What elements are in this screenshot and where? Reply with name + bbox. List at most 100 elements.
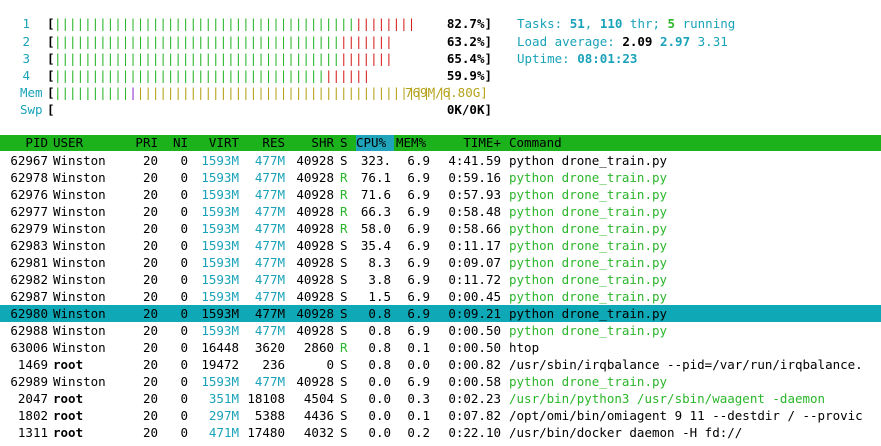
process-cpu: 35.4: [360, 238, 391, 253]
column-state[interactable]: S: [340, 135, 348, 151]
process-nice: 0: [180, 391, 188, 406]
process-res: 477M: [254, 374, 285, 389]
process-command: /opt/omi/bin/omiagent 9 11 --destdir / -…: [509, 408, 863, 423]
process-state: R: [340, 204, 348, 219]
load-1min: 2.09: [622, 34, 653, 49]
process-time: 0:58.48: [448, 204, 501, 219]
swap-meter: Swp [0K/0K]: [0, 101, 500, 118]
process-time: 0:57.93: [448, 187, 501, 202]
process-command: python drone_train.py: [509, 289, 668, 304]
cpu-meter-2: 2[||||||||||||||||||||||||||||||||||||||…: [0, 33, 500, 50]
process-mem: 0.2: [407, 425, 430, 440]
process-user: root: [53, 391, 84, 406]
process-row[interactable]: 1802 root 20 0 297M 5388 4436 S 0.0 0.1 0:07.82/op…: [0, 407, 881, 424]
process-time: 0:59.16: [448, 170, 501, 185]
process-shr: 4032: [303, 425, 334, 440]
process-row[interactable]: 62987 Winston 20 0 1593M 477M 40928 S 1.5 6.9 0:00…: [0, 288, 881, 305]
column-user[interactable]: USER: [53, 135, 83, 151]
process-res: 236: [262, 357, 285, 372]
process-mem: 6.9: [407, 374, 430, 389]
running-label: running: [675, 16, 736, 31]
process-priority: 20: [142, 340, 158, 355]
column-mem[interactable]: MEM%: [396, 135, 434, 151]
process-mem: 0.1: [407, 408, 430, 423]
process-row[interactable]: 2047 root 20 0 351M 18108 4504 S 0.0 0.3 0:02.23/u…: [0, 390, 881, 407]
process-row-selected[interactable]: 62980 Winston 20 0 1593M 477M 40928 S 0.8 6.9 0:09…: [0, 305, 881, 322]
cpu-usage-bar: ||||||||||||||||||||||||||||||||||||||||…: [54, 15, 415, 32]
process-command: /usr/bin/python3 /usr/sbin/waagent -daem…: [509, 391, 826, 406]
process-priority: 20: [142, 153, 158, 168]
process-mem: 6.9: [407, 323, 430, 338]
process-row[interactable]: 1311 root 20 0 471M 17480 4032 S 0.0 0.2 0:22.10/u…: [0, 424, 881, 441]
process-shr: 40928: [296, 289, 334, 304]
process-row[interactable]: 1469 root 20 0 19472 236 0 S 0.8 0.0 0:00.82/usr/s…: [0, 356, 881, 373]
column-command[interactable]: Command: [509, 135, 562, 151]
column-shr[interactable]: SHR: [286, 135, 334, 151]
process-nice: 0: [180, 408, 188, 423]
column-cpu-sorted[interactable]: CPU%: [356, 135, 394, 151]
process-res: 477M: [254, 255, 285, 270]
threads-label: thr;: [622, 16, 668, 31]
process-user: root: [53, 408, 84, 423]
process-user: root: [53, 357, 84, 372]
process-res: 5388: [254, 408, 285, 423]
process-res: 477M: [254, 170, 285, 185]
mem-bar-used: ||||||||||: [54, 85, 130, 100]
process-row[interactable]: 63006 Winston 20 0 16448 3620 2860 R 0.8 0.1 0:00.…: [0, 339, 881, 356]
column-virt[interactable]: VIRT: [189, 135, 239, 151]
process-state: R: [340, 340, 348, 355]
column-time[interactable]: TIME+: [438, 135, 501, 151]
process-user: Winston: [53, 289, 106, 304]
mem-meter: Mem[||||||||||||||||||||||||||||||||||||…: [0, 84, 500, 101]
process-row[interactable]: 62977 Winston 20 0 1593M 477M 40928 R 66.3 6.9 0:5…: [0, 203, 881, 220]
process-row[interactable]: 62988 Winston 20 0 1593M 477M 40928 S 0.8 6.9 0:00…: [0, 322, 881, 339]
process-res: 477M: [254, 153, 285, 168]
process-res: 477M: [254, 221, 285, 236]
process-user: Winston: [53, 153, 106, 168]
column-pri[interactable]: PRI: [118, 135, 158, 151]
process-virt: 16448: [201, 340, 239, 355]
process-row[interactable]: 62979 Winston 20 0 1593M 477M 40928 R 58.0 6.9 0:5…: [0, 220, 881, 237]
process-virt: 1593M: [201, 374, 239, 389]
process-command: python drone_train.py: [509, 221, 668, 236]
process-row[interactable]: 62989 Winston 20 0 1593M 477M 40928 S 0.0 6.9 0:00…: [0, 373, 881, 390]
process-time: 0:09.21: [448, 306, 501, 321]
process-pid: 1311: [17, 425, 48, 440]
process-virt: 1593M: [201, 221, 239, 236]
column-ni[interactable]: NI: [160, 135, 188, 151]
process-cpu: 0.0: [368, 408, 391, 423]
tasks-separator: ,: [584, 16, 600, 31]
process-nice: 0: [180, 204, 188, 219]
process-time: 0:09.07: [448, 255, 501, 270]
process-nice: 0: [180, 374, 188, 389]
process-mem: 0.0: [407, 357, 430, 372]
process-virt: 471M: [208, 425, 239, 440]
process-virt: 1593M: [201, 272, 239, 287]
process-nice: 0: [180, 255, 188, 270]
process-command: python drone_train.py: [509, 323, 668, 338]
process-row[interactable]: 62978 Winston 20 0 1593M 477M 40928 R 76.1 6.9 0:5…: [0, 169, 881, 186]
mem-usage-value: 769M/6.80G]: [405, 85, 488, 100]
process-state: S: [340, 153, 348, 168]
process-priority: 20: [142, 204, 158, 219]
process-user: Winston: [53, 272, 106, 287]
process-row[interactable]: 62967 Winston 20 0 1593M 477M 40928 S 323. 6.9 4:4…: [0, 152, 881, 169]
column-res[interactable]: RES: [240, 135, 285, 151]
process-mem: 6.9: [407, 221, 430, 236]
process-virt: 1593M: [201, 153, 239, 168]
process-mem: 6.9: [407, 272, 430, 287]
process-state: S: [340, 255, 348, 270]
cpu-usage-value: 63.2%]: [446, 34, 492, 49]
process-virt: 1593M: [201, 187, 239, 202]
process-row[interactable]: 62976 Winston 20 0 1593M 477M 40928 R 71.6 6.9 0:5…: [0, 186, 881, 203]
process-priority: 20: [142, 289, 158, 304]
process-nice: 0: [180, 289, 188, 304]
process-state: R: [340, 221, 348, 236]
process-pid: 62988: [10, 323, 48, 338]
process-row[interactable]: 62983 Winston 20 0 1593M 477M 40928 S 35.4 6.9 0:1…: [0, 237, 881, 254]
column-pid[interactable]: PID: [0, 135, 48, 151]
process-user: Winston: [53, 340, 106, 355]
process-row[interactable]: 62982 Winston 20 0 1593M 477M 40928 S 3.8 6.9 0:11…: [0, 271, 881, 288]
process-row[interactable]: 62981 Winston 20 0 1593M 477M 40928 S 8.3 6.9 0:09…: [0, 254, 881, 271]
process-state: S: [340, 238, 348, 253]
